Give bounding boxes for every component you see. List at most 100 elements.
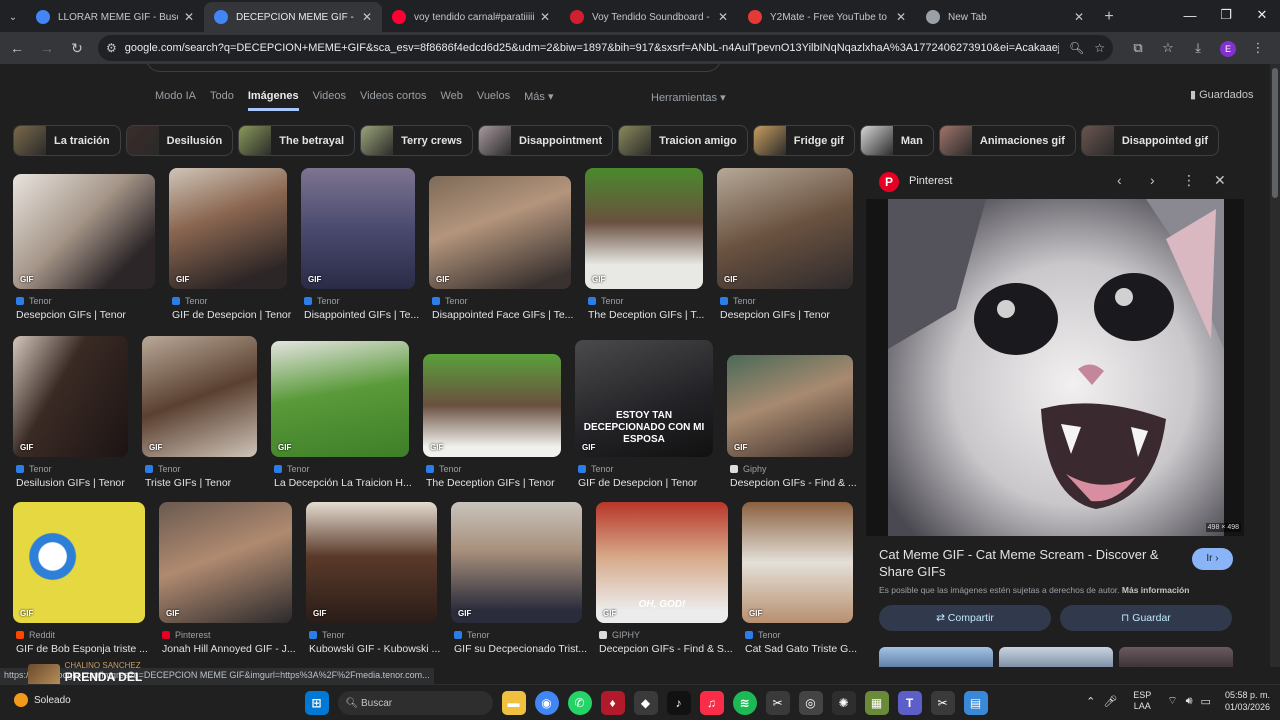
- result-title[interactable]: Desilusion GIFs | Tenor: [16, 477, 141, 489]
- result-title[interactable]: Triste GIFs | Tenor: [145, 477, 270, 489]
- new-tab-button[interactable]: +: [1094, 2, 1124, 32]
- browser-tab[interactable]: New Tab ✕: [916, 2, 1094, 32]
- result-thumbnail[interactable]: GIF: [451, 502, 582, 623]
- battery-icon[interactable]: ▭: [1201, 695, 1211, 708]
- result-source[interactable]: Tenor: [720, 296, 756, 306]
- search-box-bottom[interactable]: [146, 64, 721, 72]
- result-thumbnail[interactable]: GIF: [142, 336, 257, 457]
- result-title[interactable]: GIF de Desepcion | Tenor: [578, 477, 726, 489]
- extensions-icon[interactable]: ⧉: [1123, 40, 1153, 56]
- result-thumbnail[interactable]: GIF: [727, 355, 853, 457]
- related-search-chip[interactable]: Disappointed gif: [1080, 125, 1220, 156]
- search-tab[interactable]: Web: [440, 90, 462, 111]
- search-tab[interactable]: Videos cortos: [360, 90, 426, 111]
- related-search-chip[interactable]: Disappointment: [478, 125, 614, 156]
- bookmark-star-icon[interactable]: ☆: [1094, 41, 1105, 55]
- result-thumbnail[interactable]: GIF: [429, 176, 571, 289]
- whatsapp-icon[interactable]: ✆: [567, 691, 592, 715]
- related-search-chip[interactable]: Traicion amigo: [618, 125, 748, 156]
- related-thumb[interactable]: [879, 647, 993, 667]
- result-title[interactable]: Decepcion GIFs - Find & S...: [599, 643, 741, 655]
- save-button[interactable]: ⊓ Guardar: [1060, 605, 1232, 631]
- microphone-icon[interactable]: 🎤︎: [1103, 695, 1117, 708]
- result-title[interactable]: Desepcion GIFs - Find & ...: [730, 477, 866, 489]
- close-tab-icon[interactable]: ✕: [540, 10, 550, 24]
- close-panel-icon[interactable]: ✕: [1214, 172, 1226, 189]
- address-bar[interactable]: ⚙ google.com/search?q=DECEPCION+MEME+GIF…: [98, 35, 1113, 61]
- result-thumbnail[interactable]: GIF: [13, 336, 128, 457]
- result-source[interactable]: Giphy: [730, 464, 767, 474]
- result-source[interactable]: Tenor: [172, 296, 208, 306]
- result-thumbnail[interactable]: GIF: [585, 168, 703, 289]
- result-thumbnail[interactable]: GIF OH, GOD!: [596, 502, 728, 623]
- browser-tab[interactable]: voy tendido carnal#paratiiiiiiiii ✕: [382, 2, 560, 32]
- result-source[interactable]: Tenor: [745, 630, 781, 640]
- capcut-icon[interactable]: ✂: [765, 691, 790, 715]
- language-indicator[interactable]: ESP LAA: [1133, 690, 1151, 712]
- result-title[interactable]: Disappointed GIFs | Te...: [304, 309, 428, 321]
- related-search-chip[interactable]: Man: [859, 125, 934, 156]
- result-source[interactable]: Tenor: [454, 630, 490, 640]
- related-thumb[interactable]: [1119, 647, 1233, 667]
- teams-icon[interactable]: T: [897, 691, 922, 715]
- reload-button[interactable]: ↻: [64, 35, 90, 61]
- forward-button[interactable]: →: [34, 35, 60, 61]
- result-thumbnail[interactable]: GIF: [13, 174, 155, 289]
- search-tab[interactable]: Imágenes: [247, 90, 299, 111]
- result-source[interactable]: Tenor: [426, 464, 462, 474]
- result-title[interactable]: Disappointed Face GIFs | Te...: [432, 309, 584, 321]
- notepad-icon[interactable]: ▤: [963, 691, 988, 715]
- result-title[interactable]: Desepcion GIFs | Tenor: [16, 309, 168, 321]
- site-info-icon[interactable]: ⚙: [106, 41, 117, 55]
- result-thumbnail[interactable]: GIF: [169, 168, 287, 289]
- result-title[interactable]: The Deception GIFs | Tenor: [426, 477, 574, 489]
- clock[interactable]: 05:58 p. m. 01/03/2026: [1225, 689, 1270, 713]
- profile-avatar[interactable]: E: [1213, 40, 1243, 57]
- result-thumbnail[interactable]: GIF: [301, 168, 415, 289]
- result-source[interactable]: Tenor: [578, 464, 614, 474]
- result-thumbnail[interactable]: GIF: [717, 168, 853, 289]
- saved-button[interactable]: ▮ Guardados: [1190, 88, 1254, 101]
- result-source[interactable]: Tenor: [274, 464, 310, 474]
- browser-tab[interactable]: LLORAR MEME GIF - Buscar con Google ✕: [26, 2, 204, 32]
- result-title[interactable]: GIF su Decpecionado Trist...: [454, 643, 595, 655]
- related-search-chip[interactable]: La traición: [13, 125, 121, 156]
- result-title[interactable]: GIF de Bob Esponja triste ...: [16, 643, 158, 655]
- close-window-button[interactable]: ✕: [1244, 0, 1280, 30]
- result-thumbnail[interactable]: GIF: [271, 341, 409, 457]
- wifi-icon[interactable]: ⌔: [1167, 694, 1177, 708]
- maximize-button[interactable]: ❐: [1208, 0, 1244, 30]
- close-tab-icon[interactable]: ✕: [718, 10, 728, 24]
- preview-title[interactable]: Cat Meme GIF - Cat Meme Scream - Discove…: [879, 546, 1179, 580]
- volume-icon[interactable]: 🔊︎: [1186, 695, 1193, 708]
- file-explorer-icon[interactable]: ▬: [501, 691, 526, 715]
- related-thumb[interactable]: [999, 647, 1113, 667]
- result-source[interactable]: Tenor: [588, 296, 624, 306]
- capcut-icon[interactable]: ✂: [930, 691, 955, 715]
- result-thumbnail[interactable]: GIF: [306, 502, 437, 623]
- close-tab-icon[interactable]: ✕: [896, 10, 906, 24]
- close-tab-icon[interactable]: ✕: [184, 10, 194, 24]
- related-search-chip[interactable]: Desilusión: [125, 125, 234, 156]
- result-title[interactable]: Desepcion GIFs | Tenor: [720, 309, 866, 321]
- back-button[interactable]: ←: [4, 35, 30, 61]
- next-arrow-icon[interactable]: ›: [1150, 172, 1155, 188]
- result-source[interactable]: Reddit: [16, 630, 55, 640]
- minecraft-icon[interactable]: ▦: [864, 691, 889, 715]
- result-source[interactable]: Tenor: [432, 296, 468, 306]
- result-title[interactable]: Jonah Hill Annoyed GIF - J...: [162, 643, 305, 655]
- related-search-chip[interactable]: Terry crews: [360, 125, 474, 156]
- weather-widget[interactable]: Soleado: [14, 693, 71, 707]
- music-app-icon[interactable]: ♫: [699, 691, 724, 715]
- result-source[interactable]: Tenor: [145, 464, 181, 474]
- page-scrollbar[interactable]: [1270, 64, 1280, 667]
- result-title[interactable]: The Deception GIFs | T...: [588, 309, 716, 321]
- related-search-chip[interactable]: The betrayal: [238, 125, 356, 156]
- tiktok-icon[interactable]: ♪: [666, 691, 691, 715]
- result-source[interactable]: Pinterest: [162, 630, 211, 640]
- browser-tab[interactable]: DECEPCION MEME GIF - Buscar con Google ✕: [204, 2, 382, 32]
- share-button[interactable]: ⇄ Compartir: [879, 605, 1051, 631]
- windows-start-icon[interactable]: ⊞: [304, 691, 329, 715]
- result-thumbnail[interactable]: GIF: [13, 502, 145, 623]
- result-thumbnail[interactable]: GIF: [159, 502, 292, 623]
